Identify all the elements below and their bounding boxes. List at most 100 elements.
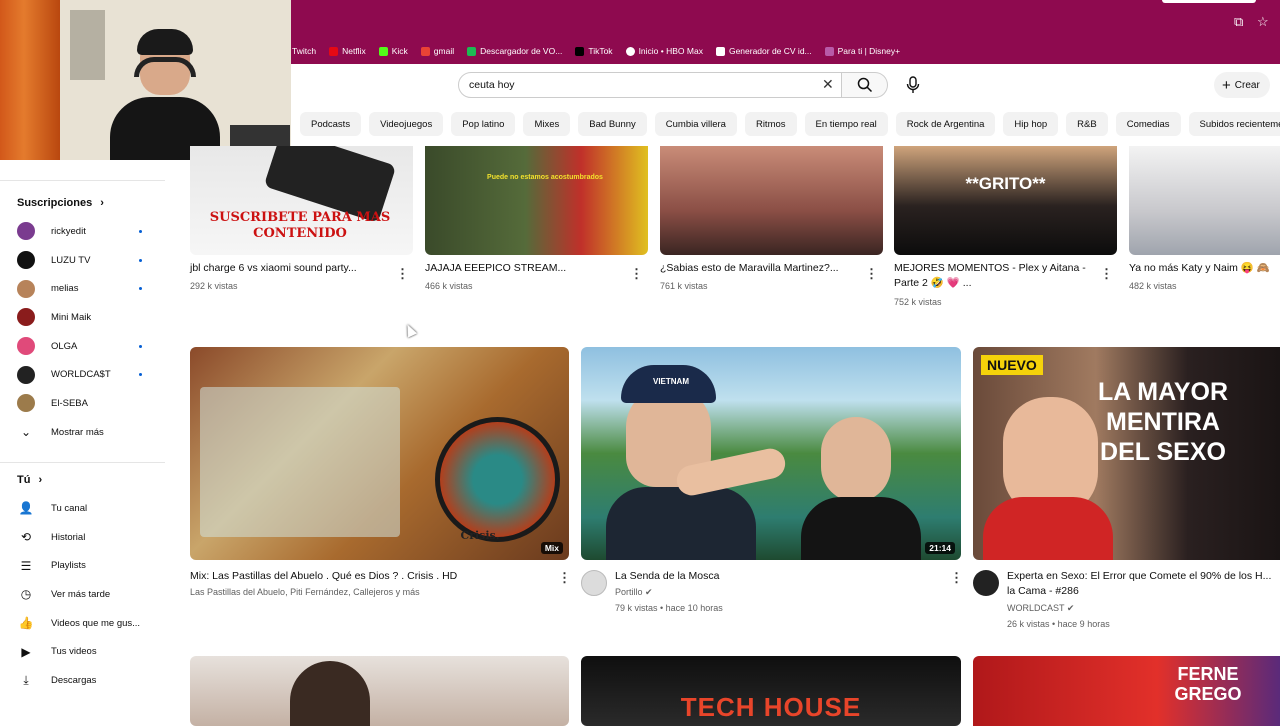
more-options-icon[interactable]: ⋮ bbox=[396, 266, 409, 282]
bookmark-tiktok[interactable]: TikTok bbox=[575, 46, 612, 56]
sidebar-sub-melias[interactable]: melias bbox=[0, 274, 178, 303]
chip-rnb[interactable]: R&B bbox=[1066, 112, 1108, 136]
search-button[interactable] bbox=[842, 72, 888, 98]
sidebar-item-playlists[interactable]: ☰Playlists bbox=[0, 551, 178, 580]
short-title[interactable]: ¿Sabias esto de Maravilla Martinez?... bbox=[660, 261, 856, 276]
avatar bbox=[17, 394, 35, 412]
video-channel[interactable]: WORLDCAST ✔ bbox=[1007, 601, 1074, 616]
avatar bbox=[17, 366, 35, 384]
short-views: 292 k vistas bbox=[190, 279, 238, 294]
show-more-button[interactable]: ⌄Mostrar más bbox=[0, 418, 178, 447]
short-thumbnail[interactable]: **GRITO** bbox=[894, 146, 1117, 255]
install-app-icon[interactable]: ⧉ bbox=[1234, 14, 1243, 30]
video-channel[interactable]: Las Pastillas del Abuelo, Piti Fernández… bbox=[190, 585, 550, 600]
video-title[interactable]: La Senda de la Mosca bbox=[615, 569, 945, 584]
divider bbox=[0, 462, 165, 463]
sidebar-sub-worldcast[interactable]: WORLDCA$T bbox=[0, 360, 178, 389]
sidebar-sub-olga[interactable]: OLGA bbox=[0, 332, 178, 361]
sidebar-item-historial[interactable]: ⟲Historial bbox=[0, 523, 178, 552]
sidebar-item-ver-mas-tarde[interactable]: ◷Ver más tarde bbox=[0, 580, 178, 609]
chip-bad-bunny[interactable]: Bad Bunny bbox=[578, 112, 646, 136]
channel-avatar[interactable] bbox=[581, 570, 607, 596]
chip-subidos-recientemente[interactable]: Subidos recientemente bbox=[1189, 112, 1280, 136]
sidebar-sub-mini-maik[interactable]: Mini Maik bbox=[0, 303, 178, 332]
download-icon bbox=[467, 47, 476, 56]
new-content-dot bbox=[139, 345, 142, 348]
bookmark-star-icon[interactable]: ☆ bbox=[1257, 14, 1269, 30]
video-thumbnail[interactable] bbox=[190, 656, 569, 726]
divider bbox=[0, 180, 165, 181]
chevron-down-icon: ⌄ bbox=[17, 425, 35, 439]
subscriptions-list: rickyedit LUZU TV melias Mini Maik OLGA … bbox=[0, 217, 178, 447]
bookmark-twitch[interactable]: Twitch bbox=[292, 46, 316, 56]
voice-search-button[interactable] bbox=[898, 72, 928, 98]
bookmark-disney[interactable]: Para ti | Disney+ bbox=[825, 46, 900, 56]
more-options-icon[interactable]: ⋮ bbox=[558, 570, 571, 586]
more-options-icon[interactable]: ⋮ bbox=[865, 266, 878, 282]
new-content-dot bbox=[139, 259, 142, 262]
sidebar-item-liked[interactable]: 👍Videos que me gus... bbox=[0, 609, 178, 638]
video-title[interactable]: Mix: Las Pastillas del Abuelo . Qué es D… bbox=[190, 569, 550, 584]
short-title[interactable]: jbl charge 6 vs xiaomi sound party... bbox=[190, 261, 380, 276]
subscriptions-header[interactable]: Suscripciones › bbox=[0, 191, 104, 215]
video-thumbnail[interactable]: TECH HOUSE bbox=[581, 656, 961, 726]
bookmark-kick[interactable]: Kick bbox=[379, 46, 408, 56]
channel-avatar[interactable] bbox=[973, 570, 999, 596]
video-icon: ▶ bbox=[17, 645, 35, 659]
bookmark-descargador[interactable]: Descargador de VO... bbox=[467, 46, 562, 56]
chip-rock-argentina[interactable]: Rock de Argentina bbox=[896, 112, 996, 136]
short-thumbnail[interactable] bbox=[660, 146, 883, 255]
short-thumbnail[interactable]: SUSCRIBETE PARA MAS CONTENIDO bbox=[190, 146, 413, 255]
sidebar-sub-rickyedit[interactable]: rickyedit bbox=[0, 217, 178, 246]
active-tab-indicator bbox=[1162, 0, 1256, 3]
short-thumbnail[interactable] bbox=[1129, 146, 1280, 255]
chevron-right-icon: › bbox=[38, 474, 42, 486]
chip-mixes[interactable]: Mixes bbox=[523, 112, 570, 136]
chip-hip-hop[interactable]: Hip hop bbox=[1003, 112, 1058, 136]
chip-cumbia-villera[interactable]: Cumbia villera bbox=[655, 112, 737, 136]
video-channel[interactable]: Portillo ✔ bbox=[615, 585, 653, 600]
bookmark-cv[interactable]: Generador de CV id... bbox=[716, 46, 812, 56]
bookmark-gmail[interactable]: gmail bbox=[421, 46, 454, 56]
short-title[interactable]: JAJAJA EEEPICO STREAM... bbox=[425, 261, 615, 276]
microphone-icon bbox=[906, 76, 920, 94]
search-input[interactable]: ceuta hoy bbox=[458, 72, 842, 98]
chip-en-tiempo-real[interactable]: En tiempo real bbox=[805, 112, 888, 136]
sidebar-item-descargas[interactable]: ⤓Descargas bbox=[0, 666, 178, 695]
create-button[interactable]: + Crear bbox=[1214, 72, 1270, 98]
video-thumbnail[interactable]: Crisis. Mix bbox=[190, 347, 569, 560]
avatar bbox=[17, 308, 35, 326]
history-icon: ⟲ bbox=[17, 530, 35, 544]
short-thumbnail[interactable]: Puede no estamos acostumbrados bbox=[425, 146, 648, 255]
clear-search-icon[interactable]: ✕ bbox=[822, 76, 834, 93]
more-options-icon[interactable]: ⋮ bbox=[630, 266, 643, 282]
more-options-icon[interactable]: ⋮ bbox=[950, 570, 963, 586]
sidebar-item-tus-videos[interactable]: ▶Tus videos bbox=[0, 637, 178, 666]
disney-icon bbox=[825, 47, 834, 56]
chip-pop-latino[interactable]: Pop latino bbox=[451, 112, 515, 136]
new-content-dot bbox=[139, 373, 142, 376]
video-meta: 26 k vistas • hace 9 horas bbox=[1007, 617, 1110, 632]
headset-icon bbox=[134, 57, 196, 77]
download-icon: ⤓ bbox=[17, 673, 35, 688]
more-options-icon[interactable]: ⋮ bbox=[1100, 266, 1113, 282]
chip-ritmos[interactable]: Ritmos bbox=[745, 112, 797, 136]
video-title[interactable]: Experta en Sexo: El Error que Comete el … bbox=[1007, 569, 1280, 599]
tiktok-icon bbox=[575, 47, 584, 56]
sidebar-sub-luzu-tv[interactable]: LUZU TV bbox=[0, 246, 178, 275]
sidebar: Suscripciones › rickyedit LUZU TV melias… bbox=[0, 160, 178, 720]
chip-podcasts[interactable]: Podcasts bbox=[300, 112, 361, 136]
sidebar-sub-el-seba[interactable]: El-SEBA bbox=[0, 389, 178, 418]
video-thumbnail[interactable]: VIETNAM 21:14 bbox=[581, 347, 961, 560]
video-thumbnail[interactable]: FERNE GREGO bbox=[973, 656, 1280, 726]
chip-videojuegos[interactable]: Videojuegos bbox=[369, 112, 443, 136]
you-header[interactable]: Tú › bbox=[0, 468, 42, 492]
video-thumbnail[interactable]: NUEVO LA MAYOR MENTIRA DEL SEXO bbox=[973, 347, 1280, 560]
short-title[interactable]: Ya no más Katy y Naim 😝 🙈 bbox=[1129, 261, 1280, 276]
bookmark-hbo[interactable]: Inicio • HBO Max bbox=[626, 46, 703, 56]
sidebar-item-tu-canal[interactable]: 👤Tu canal bbox=[0, 494, 178, 523]
bookmark-netflix[interactable]: Netflix bbox=[329, 46, 366, 56]
kick-icon bbox=[379, 47, 388, 56]
chip-comedias[interactable]: Comedias bbox=[1116, 112, 1181, 136]
short-title[interactable]: MEJORES MOMENTOS - Plex y Aitana - Parte… bbox=[894, 261, 1094, 291]
